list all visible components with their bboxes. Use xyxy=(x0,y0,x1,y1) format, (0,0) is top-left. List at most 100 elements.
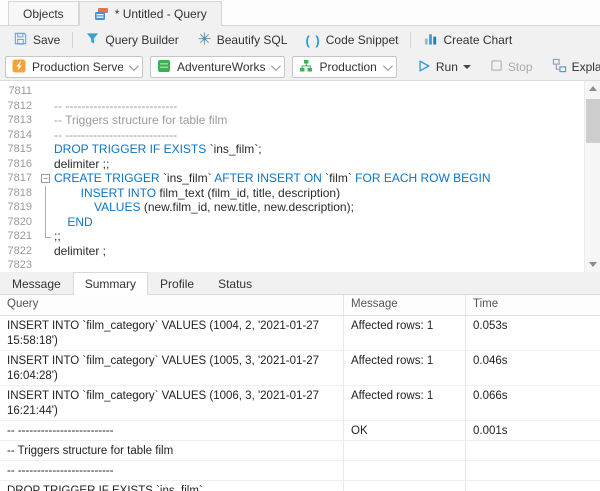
line-number: 7819 xyxy=(0,200,38,215)
scroll-up-arrow-icon[interactable] xyxy=(585,81,600,96)
run-icon xyxy=(417,59,431,76)
column-header-message[interactable]: Message xyxy=(344,295,466,315)
line-number: 7821 xyxy=(0,229,38,244)
explain-icon xyxy=(552,58,567,76)
column-header-time[interactable]: Time xyxy=(466,295,600,315)
stop-icon xyxy=(490,59,503,75)
message-cell xyxy=(344,441,466,460)
query-cell: -- ------------------------- xyxy=(0,461,344,480)
editor-line[interactable]: 7813 -- Triggers structure for table film xyxy=(0,113,584,128)
time-cell xyxy=(466,441,600,460)
line-number: 7815 xyxy=(0,142,38,157)
fold-gutter xyxy=(38,99,54,114)
document-tabbar: Objects * Untitled - Query xyxy=(0,0,600,26)
fold-gutter xyxy=(38,215,54,230)
table-row[interactable]: -- -------------------------OK0.001s xyxy=(0,421,600,441)
time-cell: 0.066s xyxy=(466,386,600,420)
line-number: 7813 xyxy=(0,113,38,128)
scrollbar-thumb[interactable] xyxy=(586,99,600,143)
line-number: 7818 xyxy=(0,186,38,201)
table-row[interactable]: DROP TRIGGER IF EXISTS `ins_film` xyxy=(0,481,600,491)
code-text: END xyxy=(54,215,93,230)
save-icon xyxy=(13,31,28,49)
editor-line[interactable]: 7815DROP TRIGGER IF EXISTS `ins_film`; xyxy=(0,142,584,157)
schema-icon xyxy=(299,59,313,76)
table-row[interactable]: INSERT INTO `film_category` VALUES (1005… xyxy=(0,351,600,386)
table-row[interactable]: -- ------------------------- xyxy=(0,461,600,481)
message-cell xyxy=(344,461,466,480)
database-select-value: AdventureWorks xyxy=(177,60,265,74)
save-button[interactable]: Save xyxy=(4,28,69,52)
fold-gutter xyxy=(38,84,54,99)
stop-button[interactable]: Stop xyxy=(484,55,539,79)
explain-button[interactable]: Explain xyxy=(546,55,600,79)
server-select[interactable]: Production Server xyxy=(5,56,143,78)
line-number: 7817 xyxy=(0,171,38,186)
fold-gutter xyxy=(38,157,54,172)
save-label: Save xyxy=(33,33,60,47)
tab-objects[interactable]: Objects xyxy=(8,1,79,25)
fold-gutter xyxy=(38,142,54,157)
fold-collapse-icon[interactable]: − xyxy=(41,174,50,183)
result-tab-summary[interactable]: Summary xyxy=(73,272,148,295)
code-text: -- Triggers structure for table film xyxy=(54,113,227,128)
result-tab-message[interactable]: Message xyxy=(0,273,73,294)
column-header-query[interactable]: Query xyxy=(0,295,344,315)
connection-toolbar: Production Server AdventureWorks xyxy=(0,54,600,81)
code-snippet-button[interactable]: ( ) Code Snippet xyxy=(296,28,407,52)
editor-lines[interactable]: 78117812-- ----------------------------7… xyxy=(0,81,584,272)
table-row[interactable]: INSERT INTO `film_category` VALUES (1006… xyxy=(0,386,600,421)
editor-line[interactable]: 7811 xyxy=(0,84,584,99)
editor-line[interactable]: 7821;; xyxy=(0,229,584,244)
sparkle-icon xyxy=(197,31,212,49)
results-body: INSERT INTO `film_category` VALUES (1004… xyxy=(0,316,600,491)
editor-line[interactable]: 7818 INSERT INTO film_text (film_id, tit… xyxy=(0,186,584,201)
table-row[interactable]: -- Triggers structure for table film xyxy=(0,441,600,461)
database-icon xyxy=(157,59,171,76)
editor-line[interactable]: 7819 VALUES (new.film_id, new.title, new… xyxy=(0,200,584,215)
editor-scrollbar[interactable] xyxy=(584,81,600,272)
code-text: -- ---------------------------- xyxy=(54,99,177,114)
code-text: -- ---------------------------- xyxy=(54,128,177,143)
query-builder-button[interactable]: Query Builder xyxy=(76,28,187,52)
sql-editor[interactable]: 78117812-- ----------------------------7… xyxy=(0,81,600,272)
editor-line[interactable]: 7822delimiter ; xyxy=(0,244,584,259)
line-number: 7823 xyxy=(0,258,38,272)
toolbar-separator xyxy=(72,32,73,48)
schema-select[interactable]: Production xyxy=(292,56,396,78)
tab-query-label: * Untitled - Query xyxy=(115,7,207,21)
code-text: INSERT INTO film_text (film_id, title, d… xyxy=(54,186,340,201)
query-cell: INSERT INTO `film_category` VALUES (1005… xyxy=(0,351,344,385)
message-cell: Affected rows: 1 xyxy=(344,316,466,350)
time-cell: 0.053s xyxy=(466,316,600,350)
editor-line[interactable]: 7816 delimiter ;; xyxy=(0,157,584,172)
code-text: delimiter ; xyxy=(54,244,106,259)
create-chart-button[interactable]: Create Chart xyxy=(414,28,521,52)
beautify-sql-button[interactable]: Beautify SQL xyxy=(188,28,297,52)
message-cell: Affected rows: 1 xyxy=(344,351,466,385)
run-button[interactable]: Run xyxy=(411,55,477,79)
result-tabbar: MessageSummaryProfileStatus xyxy=(0,272,600,295)
code-text: delimiter ;; xyxy=(54,157,109,172)
query-cell: -- ------------------------- xyxy=(0,421,344,440)
fold-gutter xyxy=(38,128,54,143)
scroll-down-arrow-icon[interactable] xyxy=(585,257,600,272)
result-tab-status[interactable]: Status xyxy=(206,273,264,294)
server-select-value: Production Server xyxy=(32,60,123,74)
run-dropdown-caret[interactable] xyxy=(463,65,471,69)
query-cell: -- Triggers structure for table film xyxy=(0,441,344,460)
editor-line[interactable]: 7820 END xyxy=(0,215,584,230)
query-cell: DROP TRIGGER IF EXISTS `ins_film` xyxy=(0,481,344,491)
chevron-down-icon xyxy=(271,61,281,71)
editor-line[interactable]: 7814-- ---------------------------- xyxy=(0,128,584,143)
database-select[interactable]: AdventureWorks xyxy=(150,56,285,78)
editor-line[interactable]: 7812-- ---------------------------- xyxy=(0,99,584,114)
result-tab-profile[interactable]: Profile xyxy=(148,273,206,294)
query-cell: INSERT INTO `film_category` VALUES (1006… xyxy=(0,386,344,420)
line-number: 7816 xyxy=(0,157,38,172)
editor-line[interactable]: 7817−CREATE TRIGGER `ins_film` AFTER INS… xyxy=(0,171,584,186)
tab-query[interactable]: * Untitled - Query xyxy=(79,1,222,26)
editor-line[interactable]: 7823 xyxy=(0,258,584,272)
table-row[interactable]: INSERT INTO `film_category` VALUES (1004… xyxy=(0,316,600,351)
fold-gutter xyxy=(38,258,54,272)
